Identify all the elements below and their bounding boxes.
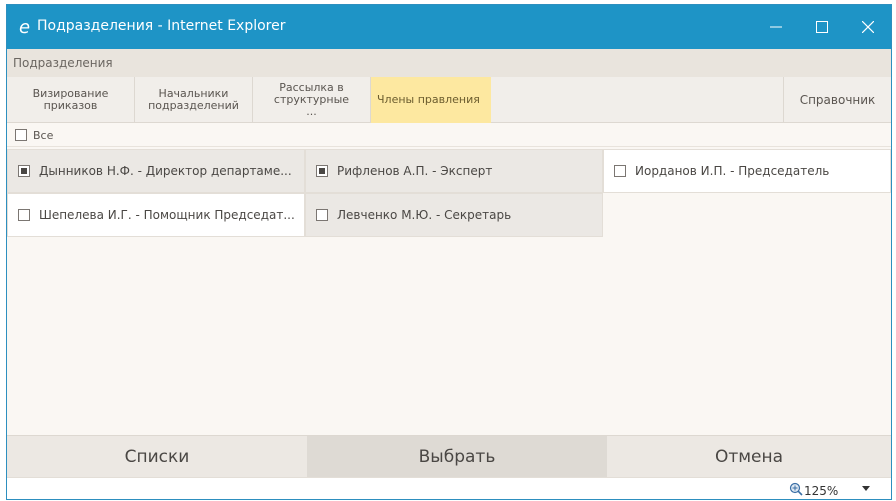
- member-item[interactable]: Левченко М.Ю. - Секретарь: [305, 193, 603, 237]
- member-item[interactable]: Рифленов А.П. - Эксперт: [305, 149, 603, 193]
- member-checkbox[interactable]: [18, 209, 30, 221]
- maximize-icon: [816, 21, 828, 33]
- tab-label: Визирование приказов: [32, 87, 109, 112]
- member-label: Левченко М.Ю. - Секретарь: [337, 208, 512, 222]
- action-bar: Списки Выбрать Отмена: [7, 435, 891, 478]
- lists-button[interactable]: Списки: [7, 436, 307, 478]
- tab-label: Рассылка в структурные ...: [273, 81, 350, 118]
- zoom-icon[interactable]: [789, 482, 803, 496]
- ie-window: e Подразделения - Internet Explorer Подр…: [6, 4, 892, 500]
- tab-label: Члены правления: [377, 93, 480, 106]
- tab-chleny-pravleniya[interactable]: Члены правления: [371, 77, 491, 123]
- member-checkbox[interactable]: [316, 165, 328, 177]
- tab-rassylka[interactable]: Рассылка в структурные ...: [253, 77, 371, 123]
- member-checkbox[interactable]: [18, 165, 30, 177]
- tab-label: Справочник: [799, 93, 876, 107]
- close-icon: [862, 21, 874, 33]
- zoom-level[interactable]: 125%: [804, 484, 838, 498]
- member-checkbox[interactable]: [316, 209, 328, 221]
- window-title: Подразделения - Internet Explorer: [37, 18, 286, 34]
- minimize-button[interactable]: [753, 5, 799, 49]
- section-header-label: Подразделения: [13, 56, 113, 70]
- minimize-icon: [770, 26, 782, 28]
- close-button[interactable]: [845, 5, 891, 49]
- tab-reference[interactable]: Справочник: [783, 77, 891, 123]
- svg-text:e: e: [19, 17, 30, 38]
- member-item[interactable]: Дынников Н.Ф. - Директор департаме...: [7, 149, 305, 193]
- select-button[interactable]: Выбрать: [307, 436, 607, 478]
- tab-vizirovanie[interactable]: Визирование приказов: [7, 77, 135, 123]
- select-all-label: Все: [33, 129, 54, 142]
- tab-label: Начальники подразделений: [148, 87, 239, 112]
- select-all-checkbox[interactable]: [15, 129, 27, 141]
- member-item[interactable]: Иорданов И.П. - Председатель: [603, 149, 891, 193]
- status-bar: 125%: [7, 477, 891, 499]
- member-label: Рифленов А.П. - Эксперт: [337, 164, 493, 178]
- section-header: Подразделения: [7, 49, 891, 77]
- member-label: Шепелева И.Г. - Помощник Председат...: [39, 208, 295, 222]
- chevron-down-icon[interactable]: [862, 486, 870, 492]
- tab-bar: Визирование приказов Начальники подразде…: [7, 77, 891, 123]
- title-bar: e Подразделения - Internet Explorer: [7, 5, 891, 49]
- cancel-button[interactable]: Отмена: [607, 436, 891, 478]
- member-label: Иорданов И.П. - Председатель: [635, 164, 830, 178]
- member-checkbox[interactable]: [614, 165, 626, 177]
- member-label: Дынников Н.Ф. - Директор департаме...: [39, 164, 292, 178]
- tab-nachalniki[interactable]: Начальники подразделений: [135, 77, 253, 123]
- member-item[interactable]: Шепелева И.Г. - Помощник Председат...: [7, 193, 305, 237]
- select-all-row[interactable]: Все: [7, 123, 891, 147]
- maximize-button[interactable]: [799, 5, 845, 49]
